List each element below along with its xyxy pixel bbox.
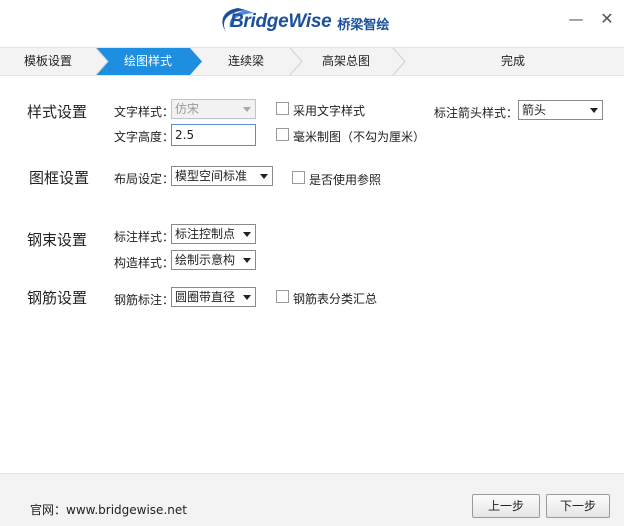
construct-style-value: 绘制示意构	[175, 253, 236, 267]
logo-text: BridgeWise	[230, 11, 332, 32]
text-height-input[interactable]: 2.5	[171, 124, 256, 146]
use-xref-checkbox[interactable]	[292, 171, 305, 184]
use-text-style-checkbox[interactable]	[276, 102, 289, 115]
layout-value: 模型空间标准	[175, 169, 248, 183]
step-template-settings[interactable]: 模板设置	[0, 48, 96, 75]
step-viaduct-overview[interactable]: 高架总图	[296, 48, 396, 75]
annotation-style-label: 标注样式：	[114, 230, 175, 244]
arrow-style-value: 箭头	[522, 103, 547, 117]
step-finish[interactable]: 完成	[406, 48, 620, 75]
annotation-style-value: 标注控制点	[175, 227, 236, 241]
use-text-style-label: 采用文字样式	[293, 104, 366, 118]
layout-select[interactable]: 模型空间标准	[171, 166, 273, 186]
layout-label: 布局设定：	[114, 172, 175, 186]
title-bar: BridgeWise 桥梁智绘 — ✕	[0, 0, 624, 44]
annotation-style-select[interactable]: 标注控制点	[171, 224, 256, 244]
text-style-value: 仿宋	[175, 102, 200, 116]
prev-button[interactable]: 上一步	[472, 494, 540, 518]
construct-style-label: 构造样式：	[114, 256, 175, 270]
step-continuous-beam[interactable]: 连续梁	[200, 48, 292, 75]
chevron-down-icon	[243, 232, 251, 237]
text-height-label: 文字高度：	[114, 130, 175, 144]
rebar-summary-checkbox[interactable]	[276, 290, 289, 303]
style-settings-title: 样式设置	[27, 103, 88, 121]
chevron-down-icon	[260, 174, 268, 179]
mm-drawing-label: 毫米制图（不勾为厘米）	[293, 130, 426, 144]
chevron-down-icon	[243, 107, 251, 112]
wizard-steps: 模板设置 绘图样式 连续梁 高架总图 完成	[0, 47, 624, 76]
rebar-annotation-value: 圆圈带直径	[175, 290, 236, 304]
tendon-settings-title: 钢束设置	[27, 231, 88, 249]
construct-style-select[interactable]: 绘制示意构	[171, 250, 256, 270]
chevron-down-icon	[243, 258, 251, 263]
chevron-down-icon	[243, 295, 251, 300]
rebar-annotation-select[interactable]: 圆圈带直径	[171, 287, 256, 307]
arrow-style-select[interactable]: 箭头	[518, 100, 603, 120]
website-text: 官网：www.bridgewise.net	[30, 503, 187, 517]
text-style-label: 文字样式：	[114, 105, 175, 119]
next-button[interactable]: 下一步	[546, 494, 610, 518]
chevron-down-icon	[590, 108, 598, 113]
rebar-settings-title: 钢筋设置	[27, 289, 88, 307]
logo-cn-text: 桥梁智绘	[337, 17, 390, 33]
rebar-annotation-label: 钢筋标注：	[114, 293, 175, 307]
footer: 官网：www.bridgewise.net 上一步 下一步	[0, 473, 624, 526]
frame-settings-title: 图框设置	[29, 169, 90, 187]
use-xref-label: 是否使用参照	[309, 173, 382, 187]
step-drawing-style[interactable]: 绘图样式	[100, 48, 196, 75]
mm-drawing-checkbox[interactable]	[276, 128, 289, 141]
rebar-summary-label: 钢筋表分类汇总	[293, 292, 378, 306]
minimize-button[interactable]: —	[566, 10, 586, 30]
close-button[interactable]: ✕	[597, 10, 617, 30]
app-logo: BridgeWise 桥梁智绘	[216, 4, 389, 38]
arrow-style-label: 标注箭头样式：	[434, 106, 519, 120]
text-style-select: 仿宋	[171, 99, 256, 119]
